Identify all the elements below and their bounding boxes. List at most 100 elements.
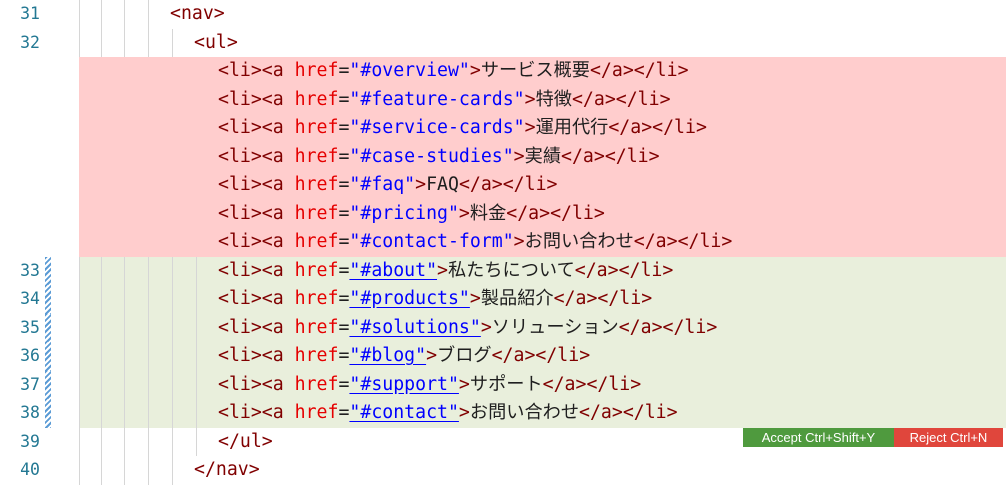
removed-code-line[interactable]: <li><a href="#contact-form">お問い合わせ</a></… — [0, 228, 1006, 257]
code-token: <li><a — [218, 345, 295, 366]
code-text: </nav> — [194, 456, 260, 485]
indent-guide — [79, 399, 80, 428]
code-token: "#faq" — [349, 174, 416, 195]
code-token: "#overview" — [349, 60, 470, 81]
code-text: <nav> — [170, 0, 225, 29]
code-token: href — [294, 402, 339, 423]
indent-guide — [172, 313, 173, 342]
indent-guide — [148, 0, 149, 29]
code-token: > — [426, 345, 438, 366]
code-token: > — [513, 145, 525, 167]
code-text: <li><a href="#faq">FAQ</a></li> — [218, 171, 558, 200]
code-token: <li><a — [218, 174, 295, 195]
removed-code-line[interactable]: <li><a href="#feature-cards">特徴</a></li> — [0, 85, 1006, 115]
added-code-line[interactable]: 37 <li><a href="#support">サポート</a></li> — [0, 370, 1006, 399]
added-code-line[interactable]: 35 <li><a href="#solutions">ソリューション</a></… — [0, 313, 1006, 343]
code-token: </a></li> — [589, 60, 689, 81]
code-text: <li><a href="#service-cards">運用代行</a></l… — [218, 114, 707, 143]
indent-guide — [101, 0, 102, 29]
indent-guide — [124, 0, 125, 29]
code-token: 運用代行 — [535, 117, 609, 138]
code-token: <li><a — [218, 117, 295, 138]
code-editor[interactable]: 31 <nav> 32 <ul> <li><a href="#overview">サービ… — [0, 0, 1006, 485]
indent-guide — [124, 370, 125, 399]
indent-guide — [148, 28, 149, 57]
code-token: href — [294, 117, 339, 138]
indent-guide — [172, 399, 173, 428]
line-number: 36 — [20, 346, 40, 365]
indent-guide — [124, 456, 125, 485]
indent-guide — [79, 370, 80, 399]
line-number: 34 — [20, 289, 40, 308]
added-code-line[interactable]: 33 <li><a href="#about">私たちについて</a></li> — [0, 256, 1006, 286]
code-token: href — [294, 316, 339, 338]
code-token: "#blog" — [349, 345, 427, 366]
line-number: 33 — [20, 260, 40, 280]
code-token: "#pricing" — [349, 202, 459, 224]
change-marker[interactable] — [45, 256, 51, 285]
indent-guide — [101, 456, 102, 485]
code-token: href — [294, 231, 339, 252]
code-text: <li><a href="#pricing">料金</a></li> — [218, 200, 605, 229]
code-token: > — [480, 316, 492, 338]
added-code-line[interactable]: 36 <li><a href="#blog">ブログ</a></li> — [0, 342, 1006, 371]
code-token: href — [294, 60, 339, 81]
line-number: 39 — [20, 431, 40, 451]
indent-guide — [124, 399, 125, 428]
code-token: 料金 — [469, 202, 507, 224]
change-marker[interactable] — [45, 285, 51, 314]
change-marker[interactable] — [45, 313, 51, 342]
code-line[interactable]: 31 <nav> — [0, 0, 1006, 29]
code-token: サービス概要 — [480, 60, 590, 81]
code-token: </a></li> — [618, 316, 718, 338]
code-token: 製品紹介 — [480, 288, 554, 309]
indent-guide — [148, 342, 149, 371]
code-token: <li><a — [218, 259, 295, 281]
code-text: <li><a href="#case-studies">実績</a></li> — [218, 143, 660, 172]
code-text: <li><a href="#feature-cards">特徴</a></li> — [218, 86, 671, 115]
added-code-line[interactable]: 34 <li><a href="#products">製品紹介</a></li> — [0, 285, 1006, 314]
indent-guide — [148, 399, 149, 428]
code-token: </a></li> — [561, 145, 660, 167]
code-line[interactable]: 32 <ul> — [0, 28, 1006, 57]
removed-code-line[interactable]: <li><a href="#case-studies">実績</a></li> — [0, 142, 1006, 172]
removed-code-line[interactable]: <li><a href="#faq">FAQ</a></li> — [0, 171, 1006, 200]
code-token: ブログ — [437, 345, 492, 366]
code-token: href — [294, 288, 339, 309]
line-number: 35 — [20, 317, 40, 337]
code-token: > — [524, 88, 536, 110]
code-token: "#about" — [349, 259, 438, 281]
code-token: href — [294, 373, 339, 395]
code-text: <li><a href="#solutions">ソリューション</a></li… — [218, 314, 717, 343]
indent-guide — [79, 342, 80, 371]
removed-code-line[interactable]: <li><a href="#pricing">料金</a></li> — [0, 199, 1006, 229]
code-token: = — [338, 402, 350, 423]
indent-guide — [148, 427, 149, 456]
code-token: href — [294, 345, 339, 366]
removed-code-line[interactable]: <li><a href="#overview">サービス概要</a></li> — [0, 57, 1006, 86]
code-text: <li><a href="#about">私たちについて</a></li> — [218, 257, 673, 286]
change-marker[interactable] — [45, 342, 51, 371]
accept-change-button[interactable]: Accept Ctrl+Shift+Y — [743, 428, 894, 447]
change-marker[interactable] — [45, 399, 51, 428]
code-token: FAQ — [426, 174, 459, 195]
reject-change-button[interactable]: Reject Ctrl+N — [894, 428, 1003, 447]
code-line[interactable]: 40 </nav> — [0, 456, 1006, 485]
code-token: </a></li> — [574, 259, 674, 281]
code-token: href — [294, 202, 339, 224]
code-token: <li><a — [218, 316, 295, 338]
change-marker[interactable] — [45, 370, 51, 399]
code-token: </a></li> — [608, 117, 707, 138]
indent-guide — [79, 28, 80, 57]
code-token: <li><a — [218, 288, 295, 309]
added-code-line[interactable]: 38 <li><a href="#contact">お問い合わせ</a></li> — [0, 399, 1006, 428]
code-token: > — [513, 231, 525, 252]
code-token: "#feature-cards" — [349, 88, 525, 110]
indent-guide — [172, 370, 173, 399]
indent-guide — [148, 456, 149, 485]
indent-guide — [124, 256, 125, 285]
removed-code-line[interactable]: <li><a href="#service-cards">運用代行</a></l… — [0, 114, 1006, 143]
code-token: 私たちについて — [447, 259, 575, 281]
code-token: > — [415, 174, 427, 195]
code-token: > — [458, 402, 470, 423]
